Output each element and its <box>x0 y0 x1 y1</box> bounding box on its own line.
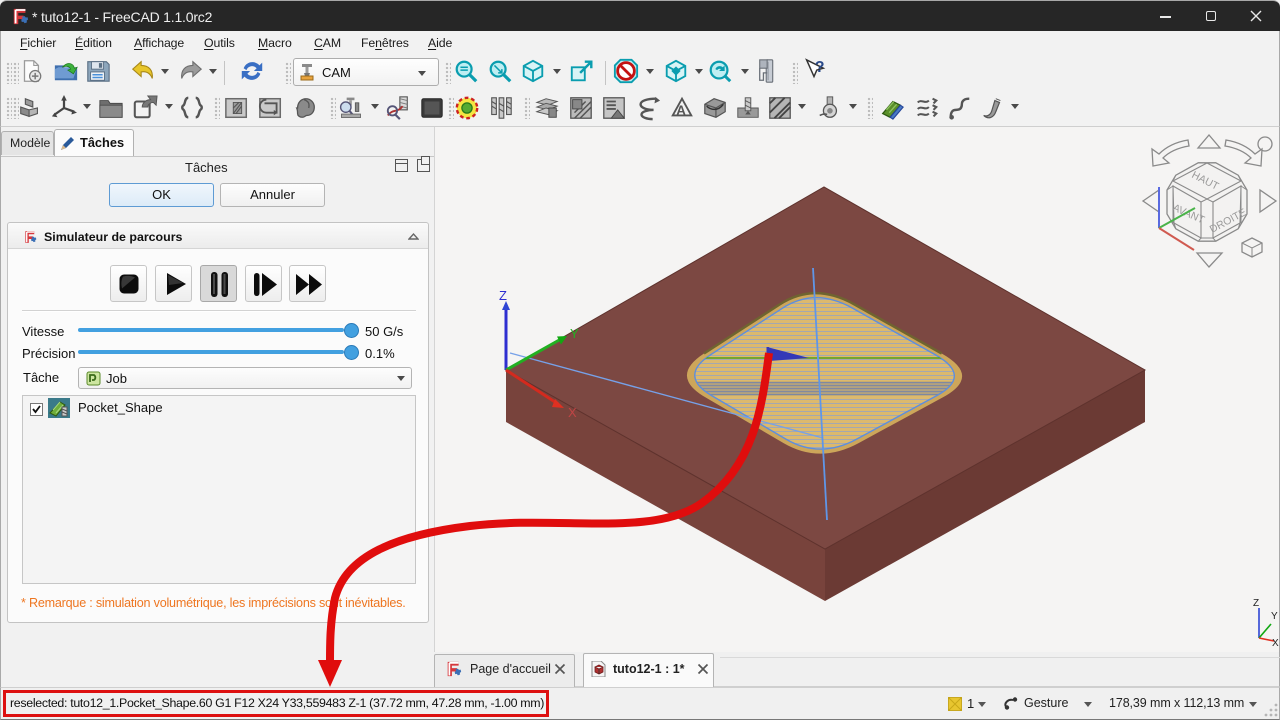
svg-text:Z: Z <box>1253 598 1259 609</box>
svg-text:?: ? <box>815 59 825 76</box>
svg-text:X: X <box>1272 638 1279 649</box>
svg-text:Z: Z <box>499 288 507 303</box>
svg-text:Y: Y <box>570 326 579 341</box>
svg-text:A: A <box>676 103 686 118</box>
svg-text:X: X <box>568 405 577 420</box>
svg-text:Y: Y <box>1271 611 1278 622</box>
